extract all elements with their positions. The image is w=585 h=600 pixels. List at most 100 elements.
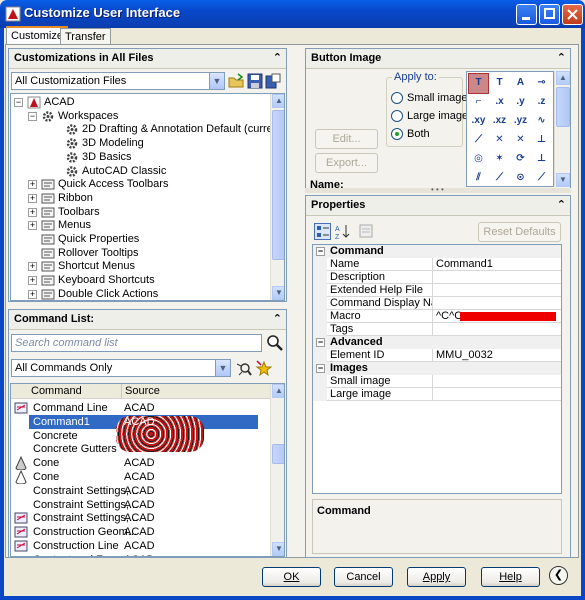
table-row[interactable]: Constraint Settings,... ACAD — [11, 511, 273, 525]
scroll-thumb[interactable] — [272, 444, 284, 464]
button-image-icon[interactable]: ⟳ — [511, 150, 530, 169]
button-image-icon[interactable]: ⊸ — [532, 74, 551, 93]
apply-to-option[interactable]: Small image — [391, 91, 468, 105]
collapse-icon[interactable]: ⌃ — [273, 51, 282, 64]
button-image-icon[interactable]: ✕ — [511, 131, 530, 150]
property-row[interactable]: Command Display Name — [313, 297, 561, 310]
button-image-icon[interactable]: .x — [490, 93, 509, 112]
new-command-icon[interactable] — [255, 360, 272, 377]
maximize-button[interactable] — [539, 4, 560, 25]
radio-icon[interactable] — [391, 128, 403, 140]
property-category[interactable]: − Images — [313, 362, 561, 375]
tree-scrollbar[interactable]: ▲ ▼ — [270, 94, 284, 300]
scroll-up-icon[interactable]: ▲ — [272, 384, 284, 398]
tree-item[interactable]: 3D Modeling — [52, 137, 266, 151]
property-value[interactable] — [433, 388, 561, 401]
button-image-icon[interactable]: ⫽ — [469, 169, 488, 186]
tree-item[interactable]: + Double Click Actions — [28, 288, 266, 300]
scroll-down-icon[interactable]: ▼ — [556, 173, 570, 187]
radio-icon[interactable] — [391, 92, 403, 104]
open-file-icon[interactable] — [228, 73, 244, 89]
button-image-icon[interactable]: .xy — [469, 112, 488, 131]
property-row[interactable]: Description — [313, 271, 561, 284]
ok-button[interactable]: OK — [262, 567, 321, 587]
cancel-button[interactable]: Cancel — [334, 567, 393, 587]
collapse-icon[interactable]: ⌃ — [273, 312, 282, 325]
command-scrollbar[interactable]: ▲ ▼ — [270, 384, 284, 556]
scroll-down-icon[interactable]: ▼ — [272, 286, 284, 300]
collapse-icon[interactable]: − — [316, 247, 325, 256]
export-button[interactable]: Export... — [315, 153, 378, 173]
property-value[interactable] — [433, 297, 561, 310]
customization-file-select[interactable]: All Customization Files ▼ — [11, 72, 225, 90]
command-filter-select[interactable]: All Commands Only ▼ — [11, 359, 231, 377]
tree-item[interactable]: + Shortcut Menus — [28, 260, 266, 274]
tree-item[interactable]: AutoCAD Classic — [52, 165, 266, 179]
help-button[interactable]: Help — [481, 567, 540, 587]
button-image-icon[interactable]: .z — [532, 93, 551, 112]
table-row[interactable]: Constraint Settings,... ACAD — [11, 484, 273, 498]
button-image-icon[interactable]: ⟋ — [469, 131, 488, 150]
tree-item[interactable]: 3D Basics — [52, 151, 266, 165]
column-header-command[interactable]: Command — [31, 385, 82, 397]
button-image-icon[interactable]: ⊥ — [532, 131, 551, 150]
button-image-icon[interactable]: ⌐ — [469, 93, 488, 112]
edit-button[interactable]: Edit... — [315, 129, 378, 149]
tree-item[interactable]: 2D Drafting & Annotation Default (curren… — [52, 123, 284, 137]
column-header-source[interactable]: Source — [125, 385, 160, 397]
expand-icon[interactable]: + — [28, 193, 37, 203]
property-row[interactable]: Name Command1 — [313, 258, 561, 271]
tree-item[interactable]: + Quick Access Toolbars — [28, 178, 266, 192]
search-icon[interactable] — [266, 334, 283, 351]
collapse-icon[interactable]: − — [316, 364, 325, 373]
tree-item[interactable]: + Toolbars — [28, 206, 266, 220]
button-image-icon[interactable]: T — [490, 74, 509, 93]
property-value[interactable] — [433, 284, 561, 297]
property-row[interactable]: Large image — [313, 388, 561, 401]
button-image-icon[interactable]: ⊙ — [511, 169, 530, 186]
image-scrollbar[interactable]: ▲ ▼ — [554, 71, 570, 187]
table-row[interactable]: Content and FormsACAD — [11, 553, 273, 556]
reset-defaults-button[interactable]: Reset Defaults — [478, 222, 561, 242]
property-value[interactable] — [433, 375, 561, 388]
table-row[interactable]: Construction Line ACAD — [11, 539, 273, 553]
collapse-icon[interactable]: − — [14, 98, 23, 107]
property-category[interactable]: − Command — [313, 245, 561, 258]
radio-icon[interactable] — [391, 110, 403, 122]
tree-item[interactable]: Quick Properties — [28, 233, 266, 247]
scroll-up-icon[interactable]: ▲ — [556, 71, 570, 85]
property-value[interactable]: Command1 — [433, 258, 561, 271]
categorized-view-button[interactable] — [314, 223, 331, 240]
find-command-icon[interactable] — [236, 360, 253, 377]
collapse-icon[interactable]: − — [316, 338, 325, 347]
partial-customization-icon[interactable] — [265, 73, 281, 89]
table-row[interactable]: Command Line ACAD — [11, 401, 273, 415]
expand-icon[interactable]: + — [28, 207, 37, 217]
tab-customize[interactable]: Customize — [6, 26, 68, 44]
expand-icon[interactable]: + — [28, 180, 37, 190]
tab-transfer[interactable]: Transfer — [60, 28, 111, 44]
button-image-icon[interactable]: .xz — [490, 112, 509, 131]
tree-item[interactable]: + Ribbon — [28, 192, 266, 206]
button-image-icon[interactable]: ✶ — [490, 150, 509, 169]
button-image-icon[interactable]: T — [468, 73, 489, 94]
table-row[interactable]: Cone ACAD — [11, 455, 273, 471]
property-row[interactable]: Macro ^C^C — [313, 310, 561, 323]
expand-icon[interactable]: + — [28, 221, 37, 231]
tree-item[interactable]: + Menus — [28, 219, 266, 233]
button-image-icon[interactable]: ∿ — [532, 112, 551, 131]
tree-item[interactable]: − ACAD — [14, 96, 266, 110]
table-row[interactable]: Constraint Settings,... ACAD — [11, 498, 273, 512]
table-row[interactable]: Cone ACAD — [11, 469, 273, 485]
expand-icon[interactable]: + — [28, 289, 37, 299]
property-row[interactable]: Tags — [313, 323, 561, 336]
tree-item[interactable]: − Workspaces — [28, 110, 266, 124]
scroll-down-icon[interactable]: ▼ — [272, 542, 284, 556]
button-image-icon[interactable]: .y — [511, 93, 530, 112]
button-image-icon[interactable]: ⊥ — [532, 150, 551, 169]
command-search-input[interactable]: Search command list — [11, 334, 262, 352]
save-icon[interactable] — [247, 73, 263, 89]
expand-icon[interactable]: + — [28, 276, 37, 286]
alphabetic-view-button[interactable]: AZ — [334, 223, 351, 241]
apply-to-option[interactable]: Large image — [391, 109, 468, 123]
